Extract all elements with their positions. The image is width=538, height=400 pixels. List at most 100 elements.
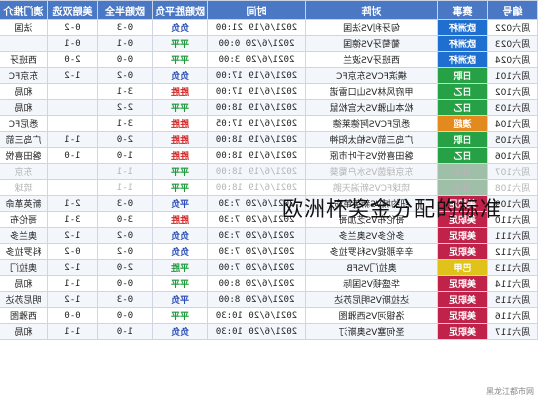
id-cell: 周六022 — [487, 19, 538, 36]
table-row[interactable]: 周六115 美职足 达拉斯VS明尼苏达 2021/6/20 8:00 平负 0-3 1-2 明… — [0, 291, 538, 308]
match-cell: 华盛顿VS国际 — [305, 275, 438, 292]
bet-cell: 负负 — [152, 227, 208, 244]
header-cell: 赛事 — [437, 0, 488, 20]
half-full-cell: 1-0 — [97, 147, 153, 164]
match-cell: 圣何塞VS奥斯汀 — [305, 323, 438, 340]
bet-cell: 胜胜 — [152, 211, 208, 228]
match-cell: 洛银河VS西雅图 — [305, 307, 438, 324]
bet-cell: 平负 — [152, 291, 208, 308]
half-full-cell: 3-1 — [97, 83, 153, 100]
table-row[interactable]: 周六023 欧洲杯 葡萄牙VS德国 2021/6/20 0:00 平平 0-1 0-1 — [0, 35, 538, 52]
table-row[interactable]: 周六111 美职足 多伦多VS奥兰多 2021/6/20 7:30 负负 0-2 1-2 奥兰… — [0, 227, 538, 244]
header-cell: 澳门推介 — [0, 0, 48, 20]
half-full-cell: 3-1 — [97, 115, 153, 132]
macau-cell: 新英革命 — [0, 195, 48, 212]
macau-cell: 和局 — [0, 99, 48, 116]
bet-cell: 平平 — [152, 179, 208, 196]
half-full-cell: 1-0 — [97, 323, 153, 340]
match-cell: 达拉斯VS明尼苏达 — [305, 291, 438, 308]
league-cell: 美职足 — [437, 323, 488, 340]
id-cell: 周六115 — [487, 291, 538, 308]
id-cell: 周六116 — [487, 307, 538, 324]
league-cell: 欧洲杯 — [437, 51, 488, 68]
table-row[interactable]: 周六104 澳超 悉尼FCVS阿德莱德 2021/6/19 17:05 胜胜 3-1 悉尼F… — [0, 115, 538, 132]
table-row[interactable]: 周六112 美职足 辛辛那提VS科罗拉多 2021/6/20 7:30 负负 0-2 0-2… — [0, 243, 538, 260]
shuang-cell: 1-1 — [47, 131, 98, 148]
table-row[interactable]: 周六024 欧洲杯 西班牙VS波兰 2021/6/20 3:00 平平 0-0 2-0 西班牙 — [0, 51, 538, 68]
match-table: 编号 赛事 对阵 时间 欧赔胜平负 欧赔半全 美赔双选 澳门推介 周六022 欧洲… — [0, 0, 538, 340]
league-cell: 欧洲杯 — [437, 35, 488, 52]
shuang-cell: 0-2 — [47, 243, 98, 260]
league-cell: 美职足 — [437, 307, 488, 324]
bet-cell: 平负 — [152, 195, 208, 212]
bet-cell: 胜胜 — [152, 115, 208, 132]
half-full-cell: 0-0 — [97, 275, 153, 292]
shuang-cell: 1-0 — [47, 147, 98, 164]
half-full-cell: 3-0 — [97, 211, 153, 228]
table-row[interactable]: 周六107 日乙 东京绿茵VS水户蜀葵 2021/6/19 18:00 平平 1-1 东京 — [0, 163, 538, 180]
table-row[interactable]: 周六113 巴甲 奥拉门VSFB 2021/6/20 7:00 平胜 2-0 1-2 奥拉门 — [0, 259, 538, 276]
macau-cell: 奥拉门 — [0, 259, 48, 276]
time-cell: 2021/6/20 0:00 — [207, 35, 306, 52]
shuang-cell: 1-1 — [47, 275, 98, 292]
shuang-cell: 1-1 — [47, 323, 98, 340]
league-cell: 日职 — [437, 67, 488, 84]
match-cell: 辛辛那提VS科罗拉多 — [305, 243, 438, 260]
half-full-cell: 0-0 — [97, 51, 153, 68]
macau-cell: 和局 — [0, 323, 48, 340]
macau-cell: 奥兰多 — [0, 227, 48, 244]
league-cell: 日乙 — [437, 163, 488, 180]
time-cell: 2021/6/19 21:00 — [207, 19, 306, 36]
table-row[interactable]: 周六105 日职 广岛三箭VS柏太阳神 2021/6/19 18:00 胜胜 2-0 1-1… — [0, 131, 538, 148]
table-row[interactable]: 周六022 欧洲杯 匈牙利VS法国 2021/6/19 21:00 负负 0-3 0-2 法国 — [0, 19, 538, 36]
match-cell: 多伦多VS奥兰多 — [305, 227, 438, 244]
league-cell: 日乙 — [437, 147, 488, 164]
match-cell: 西班牙VS波兰 — [305, 51, 438, 68]
macau-cell: 哥伦布 — [0, 211, 48, 228]
table-row[interactable]: 周六102 日乙 甲府风林VS山口雷诺 2021/6/19 17:00 胜胜 3-1 和局 — [0, 83, 538, 100]
time-cell: 2021/6/19 17:00 — [207, 83, 306, 100]
bet-cell: 负负 — [152, 19, 208, 36]
header-cell: 欧赔半全 — [97, 0, 153, 20]
macau-cell: 科罗拉多 — [0, 243, 48, 260]
table-row[interactable]: 周六106 日乙 磐田喜悦VS千叶市原 2021/6/19 18:00 胜胜 1-0 1-0… — [0, 147, 538, 164]
time-cell: 2021/6/20 10:30 — [207, 323, 306, 340]
header-cell: 美赔双选 — [47, 0, 98, 20]
table-row[interactable]: 周六116 美职足 洛银河VS西雅图 2021/6/20 10:30 平平 0-0 0-0 西… — [0, 307, 538, 324]
shuang-cell: 0-2 — [47, 19, 98, 36]
table-row[interactable]: 周六117 美职足 圣何塞VS奥斯汀 2021/6/20 10:30 负负 1-0 1-1 和… — [0, 323, 538, 340]
id-cell: 周六112 — [487, 243, 538, 260]
league-cell: 巴甲 — [437, 259, 488, 276]
id-cell: 周六117 — [487, 323, 538, 340]
half-full-cell: 2-0 — [97, 131, 153, 148]
macau-cell: 琉球 — [0, 179, 48, 196]
bet-cell: 平胜 — [152, 259, 208, 276]
id-cell: 周六104 — [487, 115, 538, 132]
half-full-cell: 0-2 — [97, 243, 153, 260]
match-cell: 葡萄牙VS德国 — [305, 35, 438, 52]
shuang-cell: 1-2 — [47, 227, 98, 244]
time-cell: 2021/6/20 10:30 — [207, 307, 306, 324]
league-cell: 日职 — [437, 131, 488, 148]
time-cell: 2021/6/20 7:30 — [207, 243, 306, 260]
table-row[interactable]: 周六101 日职 横滨FCVS东京FC 2021/6/19 17:00 负负 0-2 1-2… — [0, 67, 538, 84]
league-cell: 澳超 — [437, 115, 488, 132]
table-row[interactable]: 周六103 日乙 松本山雅VS大宫松鼠 2021/6/19 18:00 平平 2-2 和局 — [0, 99, 538, 116]
header-cell: 对阵 — [305, 0, 438, 20]
match-cell: 横滨FCVS东京FC — [305, 67, 438, 84]
half-full-cell: 0-3 — [97, 19, 153, 36]
table-row[interactable]: 周六114 美职足 华盛顿VS国际 2021/6/20 8:00 平平 0-0 1-1 和局 — [0, 275, 538, 292]
macau-cell: 和局 — [0, 83, 48, 100]
shuang-cell — [47, 179, 98, 196]
watermark: 黑龙江都市网 — [484, 386, 536, 397]
time-cell: 2021/6/19 18:00 — [207, 99, 306, 116]
half-full-cell: 0-3 — [97, 195, 153, 212]
time-cell: 2021/6/19 17:00 — [207, 67, 306, 84]
league-cell: 欧洲杯 — [437, 19, 488, 36]
time-cell: 2021/6/20 7:00 — [207, 259, 306, 276]
bet-cell: 平平 — [152, 99, 208, 116]
shuang-cell — [47, 115, 98, 132]
id-cell: 周六111 — [487, 227, 538, 244]
match-cell: 松本山雅VS大宫松鼠 — [305, 99, 438, 116]
bet-cell: 平平 — [152, 35, 208, 52]
